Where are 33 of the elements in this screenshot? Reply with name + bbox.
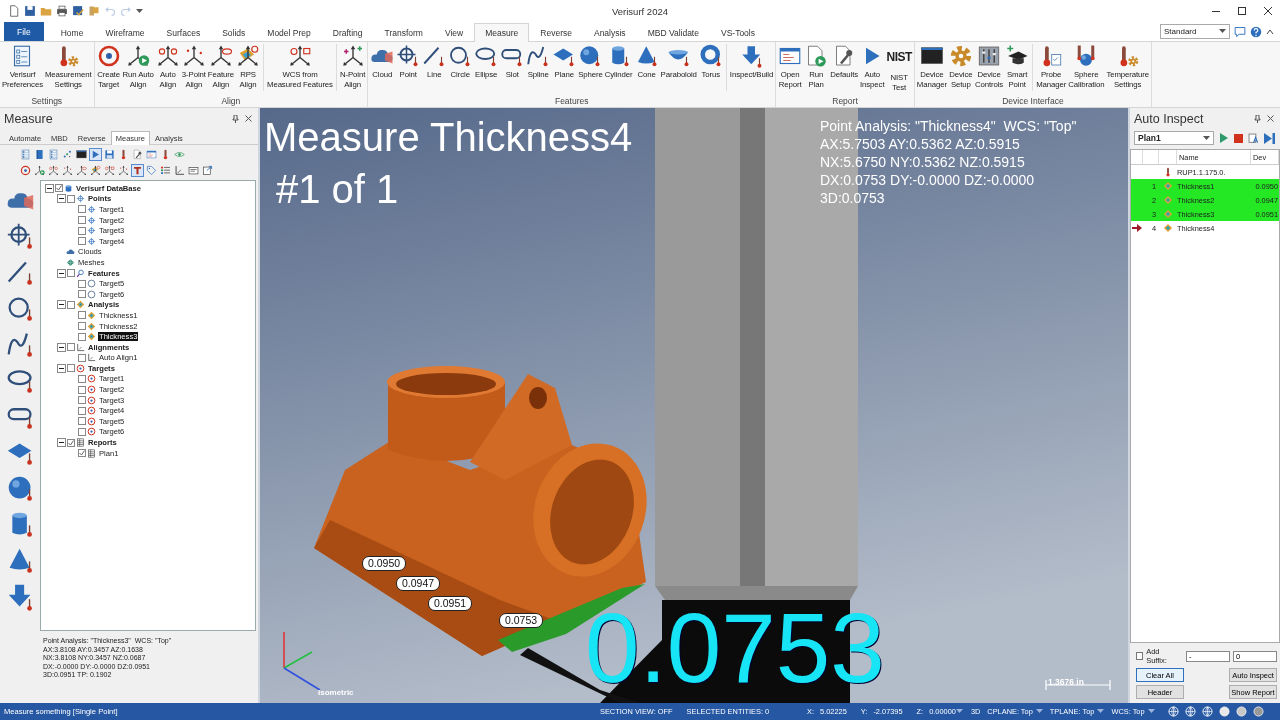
ribbon-tab[interactable]: View xyxy=(433,23,475,41)
inspection-counter: #1 of 1 xyxy=(276,166,399,212)
group-label: Features xyxy=(554,96,589,106)
ribbon-tab[interactable]: MBD Validate xyxy=(636,23,710,41)
ribbon-tab[interactable]: Surfaces xyxy=(155,23,212,41)
deviation-label: 0.0951 xyxy=(428,596,473,611)
deviation-label: 0.0950 xyxy=(362,556,407,571)
ribbon-tab[interactable]: Transform xyxy=(373,23,434,41)
window-title: Verisurf 2024 xyxy=(612,5,668,17)
viewport-title: Measure Thickness4 xyxy=(264,114,633,160)
ribbon-tab[interactable]: Solids xyxy=(211,23,257,41)
deviation-label: 0.0753 xyxy=(499,613,544,628)
ribbon-tab[interactable]: Measure xyxy=(474,23,530,42)
logo-text: NIST xyxy=(886,49,912,66)
ribbon-tab[interactable]: Reverse xyxy=(529,23,583,41)
group-label: Device Interface xyxy=(1002,96,1064,106)
deviation-label: 0.0947 xyxy=(396,576,441,591)
group-label: Report xyxy=(832,96,858,106)
group-label: Align xyxy=(221,96,241,106)
scale-label: 1.3676 in xyxy=(1048,677,1084,687)
plan-dropdown[interactable]: Plan1 xyxy=(1134,131,1214,145)
ribbon-tab[interactable]: File xyxy=(4,22,44,41)
ribbon-tab[interactable]: Model Prep xyxy=(256,23,322,41)
ribbon-tab[interactable]: Wireframe xyxy=(94,23,156,41)
ribbon-tab[interactable]: Analysis xyxy=(582,23,637,41)
group-label: Settings xyxy=(31,96,63,106)
ribbon-tab[interactable]: Home xyxy=(49,23,95,41)
view-name: Isometric xyxy=(318,688,354,697)
panel-title: Auto Inspect xyxy=(1134,112,1204,126)
workspace-dropdown[interactable]: Standard xyxy=(1160,24,1230,39)
ribbon-tab[interactable]: Drafting xyxy=(321,23,374,41)
panel-title: Measure xyxy=(4,112,53,126)
ribbon-tab[interactable]: VS-Tools xyxy=(709,23,766,41)
